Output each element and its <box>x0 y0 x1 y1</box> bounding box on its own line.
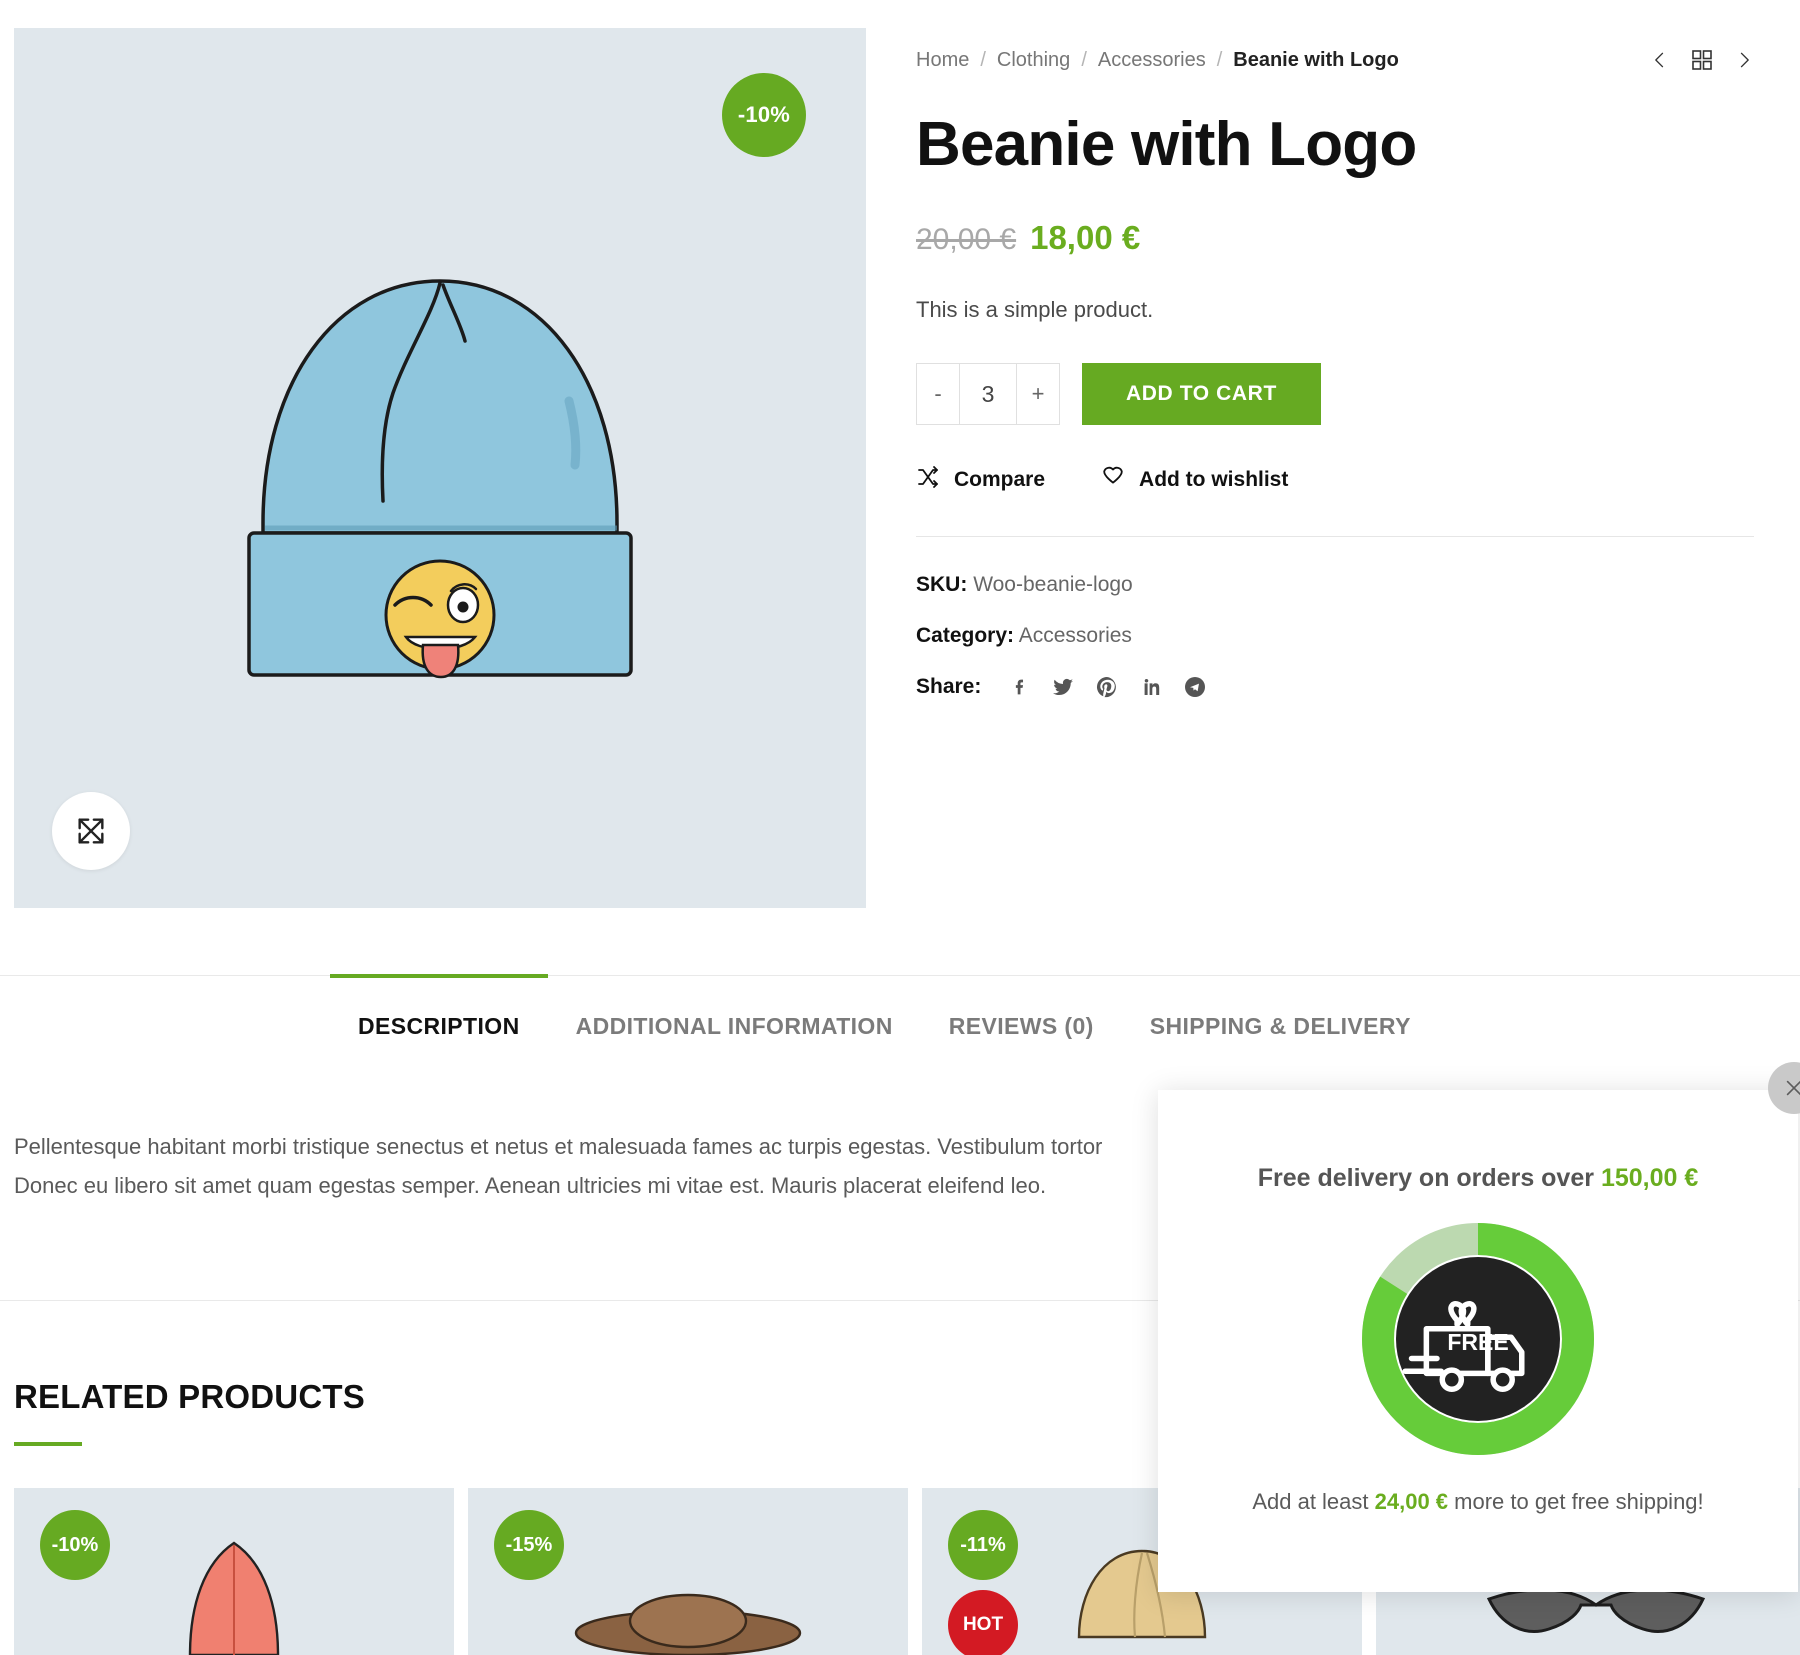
free-shipping-threshold: 150,00 € <box>1600 1164 1699 1192</box>
expand-arrows-icon[interactable] <box>52 792 130 870</box>
category-label: Category: <box>916 624 1015 648</box>
quantity-input[interactable]: 3 <box>959 364 1017 425</box>
heart-icon <box>1101 465 1125 494</box>
product-actions: Compare Add to wishlist <box>916 465 1754 494</box>
compare-button[interactable]: Compare <box>916 465 1045 494</box>
sku-value: Woo-beanie-logo <box>973 573 1133 597</box>
grid-icon[interactable] <box>1690 48 1714 72</box>
breadcrumb-current: Beanie with Logo <box>1233 48 1399 71</box>
related-product-card[interactable]: -15% <box>468 1488 908 1655</box>
tab-reviews[interactable]: REVIEWS (0) <box>921 975 1122 1070</box>
summary-divider <box>916 536 1754 538</box>
free-shipping-foot-suffix: more to get free shipping! <box>1454 1489 1704 1514</box>
product-nav <box>1650 48 1754 72</box>
short-description: This is a simple product. <box>916 297 1154 323</box>
category-value[interactable]: Accessories <box>1019 624 1132 647</box>
breadcrumb-item-home[interactable]: Home <box>916 49 969 72</box>
product-gallery[interactable]: -10% <box>14 28 866 908</box>
price-original: 20,00 € <box>916 223 1017 257</box>
free-shipping-foot-prefix: Add at least <box>1252 1489 1369 1514</box>
wishlist-label: Add to wishlist <box>1139 467 1289 491</box>
price-sale: 18,00 € <box>1030 219 1141 257</box>
product-summary: Home / Clothing / Accessories / Beanie w… <box>916 48 1754 699</box>
quantity-decrease-button[interactable]: - <box>917 364 959 424</box>
breadcrumb-row: Home / Clothing / Accessories / Beanie w… <box>916 48 1754 72</box>
quantity-stepper[interactable]: - 3 + <box>916 363 1060 426</box>
related-heading-rule <box>14 1442 82 1446</box>
wishlist-button[interactable]: Add to wishlist <box>1101 465 1288 494</box>
free-shipping-title: Free delivery on orders over 150,00 € <box>1158 1164 1798 1193</box>
page-title: Beanie with Logo <box>916 110 1417 179</box>
quantity-increase-button[interactable]: + <box>1017 364 1059 424</box>
progress-ring: FREE <box>1362 1223 1594 1455</box>
price-row: 20,00 € 18,00 € <box>916 219 1754 257</box>
chevron-right-icon[interactable] <box>1734 48 1754 72</box>
breadcrumb-item-accessories[interactable]: Accessories <box>1098 49 1206 72</box>
product-meta: SKU: Woo-beanie-logo Category: Accessori… <box>916 573 1754 699</box>
hot-badge: HOT <box>948 1590 1018 1655</box>
related-product-card[interactable]: -10% <box>14 1488 454 1655</box>
tab-shipping-delivery[interactable]: SHIPPING & DELIVERY <box>1122 975 1439 1070</box>
add-to-cart-button[interactable]: ADD TO CART <box>1082 363 1321 426</box>
sku-row: SKU: Woo-beanie-logo <box>916 573 1754 597</box>
product-tabs: DESCRIPTION ADDITIONAL INFORMATION REVIE… <box>0 974 1800 1070</box>
related-products-heading: RELATED PRODUCTS <box>14 1378 365 1415</box>
discount-badge: -10% <box>722 73 806 157</box>
free-truck-label: FREE <box>1447 1329 1508 1355</box>
telegram-icon[interactable] <box>1183 675 1207 699</box>
breadcrumb-separator: / <box>1216 48 1223 71</box>
chevron-left-icon[interactable] <box>1650 48 1670 72</box>
discount-badge: -10% <box>40 1510 110 1580</box>
compare-label: Compare <box>954 467 1046 491</box>
tab-additional-information[interactable]: ADDITIONAL INFORMATION <box>548 975 921 1070</box>
product-page: -10% Home / Clothing / Accessories / Bea… <box>0 0 1800 1655</box>
beanie-illustration <box>247 279 633 679</box>
facebook-icon[interactable] <box>1009 675 1031 699</box>
breadcrumb-item-clothing[interactable]: Clothing <box>997 49 1070 72</box>
free-shipping-title-text: Free delivery on orders over <box>1257 1164 1594 1192</box>
free-shipping-remaining: 24,00 € <box>1374 1489 1449 1514</box>
linkedin-icon[interactable] <box>1139 675 1163 699</box>
category-row: Category: Accessories <box>916 624 1754 648</box>
free-shipping-popup: Free delivery on orders over 150,00 € FR… <box>1158 1062 1800 1592</box>
free-shipping-footer: Add at least 24,00 € more to get free sh… <box>1158 1489 1798 1515</box>
share-label: Share: <box>916 675 982 699</box>
product-image <box>14 28 866 908</box>
cart-row: - 3 + ADD TO CART <box>916 363 1754 426</box>
breadcrumb-separator: / <box>980 48 986 71</box>
tab-description[interactable]: DESCRIPTION <box>330 974 548 1070</box>
compare-icon <box>916 465 940 494</box>
discount-badge: -15% <box>494 1510 564 1580</box>
free-shipping-progress: FREE <box>1158 1223 1798 1455</box>
twitter-icon[interactable] <box>1051 675 1075 699</box>
breadcrumb-separator: / <box>1081 48 1087 71</box>
discount-badge: -11% <box>948 1510 1018 1580</box>
sku-label: SKU: <box>916 573 968 597</box>
share-row: Share: <box>916 675 1754 699</box>
breadcrumb: Home / Clothing / Accessories / Beanie w… <box>916 49 1399 72</box>
pinterest-icon[interactable] <box>1095 675 1119 699</box>
